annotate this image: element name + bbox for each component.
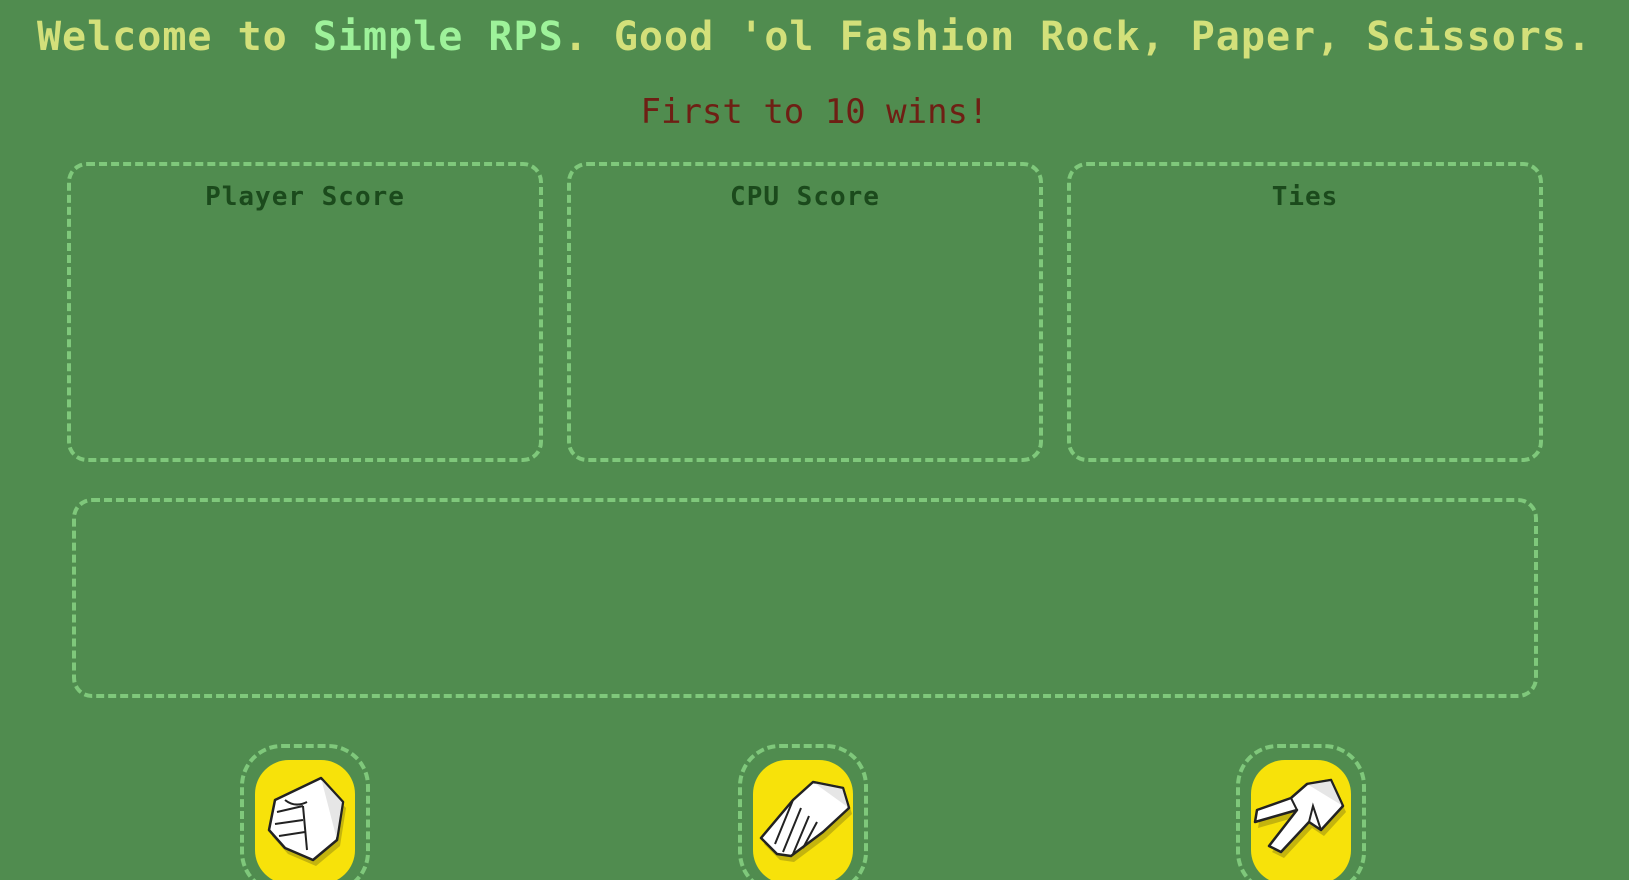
rock-choice-ring: [240, 744, 370, 880]
fist-icon: [267, 776, 346, 866]
paper-choice-ring: [738, 744, 868, 880]
scissors-choice-ring: [1236, 744, 1366, 880]
paper-button[interactable]: [753, 760, 853, 880]
welcome-prefix: Welcome to: [36, 14, 313, 60]
ties-panel: Ties: [1067, 162, 1543, 462]
welcome-suffix: . Good 'ol Fashion Rock, Paper, Scissors…: [563, 14, 1593, 60]
player-score-label: Player Score: [205, 182, 405, 212]
brand-name: Simple RPS: [312, 14, 564, 60]
player-score-panel: Player Score: [67, 162, 543, 462]
peace-hand-icon: [1253, 778, 1346, 858]
welcome-headline: Welcome to Simple RPS. Good 'ol Fashion …: [0, 14, 1629, 60]
ties-label: Ties: [1271, 182, 1339, 212]
rock-button[interactable]: [255, 760, 355, 880]
round-result-panel: [72, 498, 1538, 698]
cpu-score-panel: CPU Score: [567, 162, 1043, 462]
cpu-score-label: CPU Score: [730, 182, 880, 212]
rules-text: First to 10 wins!: [640, 92, 989, 132]
open-hand-icon: [759, 780, 852, 862]
game-page: Welcome to Simple RPS. Good 'ol Fashion …: [0, 0, 1629, 880]
scissors-button[interactable]: [1251, 760, 1351, 880]
